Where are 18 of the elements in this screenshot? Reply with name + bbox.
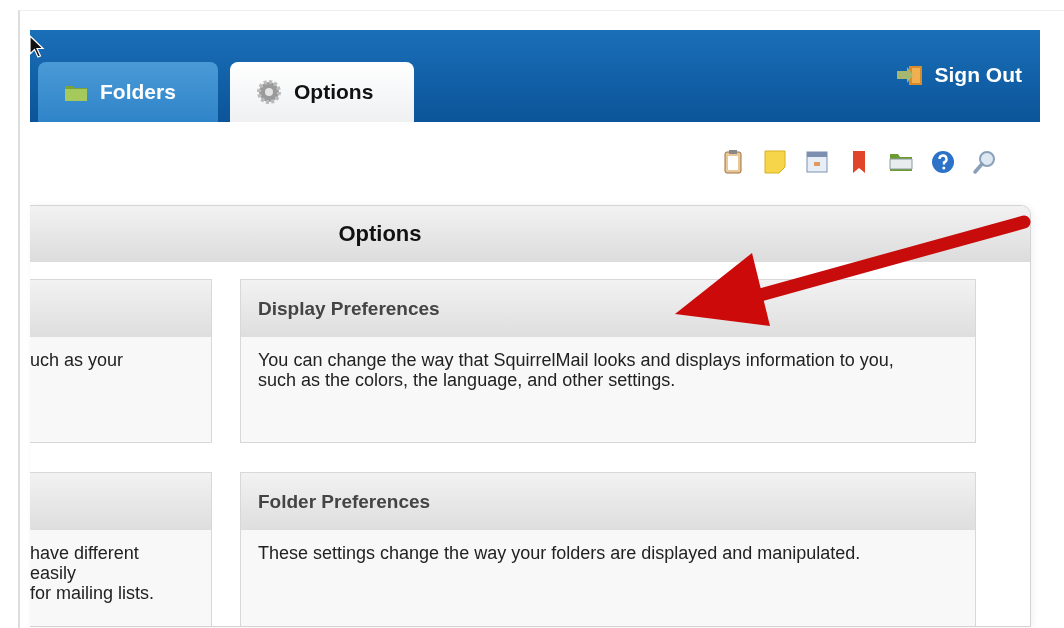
card-title[interactable]: Folder Preferences <box>241 473 975 530</box>
gear-icon <box>256 79 282 105</box>
mouse-cursor-icon <box>28 34 46 60</box>
window-icon[interactable] <box>804 148 830 175</box>
tab[interactable]: Options <box>230 62 414 122</box>
card-title[interactable]: Display Preferences <box>241 280 975 337</box>
description-text: easily <box>30 563 78 583</box>
description-text: have different <box>30 543 140 563</box>
panel-title: Options <box>30 206 1030 262</box>
search-icon[interactable] <box>972 148 998 175</box>
note-icon[interactable] <box>762 148 788 175</box>
description-text: for mailing lists. <box>30 583 156 603</box>
description-text: uch as your <box>30 350 125 370</box>
description-text: You can change the way that SquirrelMail looks and displays information to you, such as the colors, the language, and other settings. <box>258 350 895 390</box>
exit-door-icon <box>894 64 925 86</box>
help-icon[interactable] <box>930 148 956 175</box>
sign-out-button[interactable]: Sign Out <box>894 63 1022 87</box>
description-text: These settings change the way your folders are displayed and manipulated. <box>258 543 862 563</box>
